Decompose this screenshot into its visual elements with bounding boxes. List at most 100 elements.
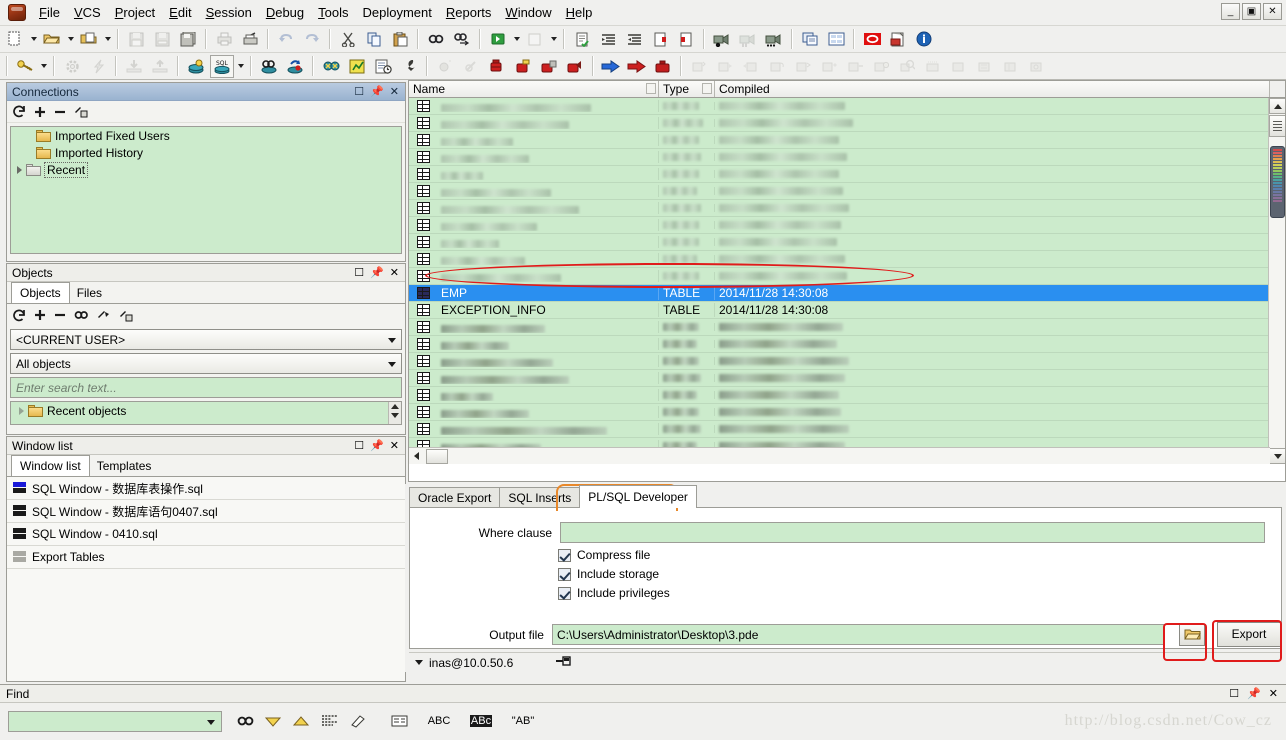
open-recent-icon[interactable] [77, 28, 101, 51]
obj-1-icon[interactable] [687, 55, 711, 78]
object-type-select[interactable]: All objects [10, 353, 402, 374]
table-row-emp[interactable]: EMP TABLE 2014/11/28 14:30:08 [409, 285, 1285, 302]
grid-body[interactable]: EMP TABLE 2014/11/28 14:30:08 EXCEPTION_… [409, 98, 1285, 464]
table-row[interactable] [409, 319, 1285, 336]
tree-item-recent[interactable]: Recent [11, 161, 401, 178]
chevron-down-icon[interactable] [207, 719, 215, 725]
browse-output-file-button[interactable] [1179, 623, 1205, 646]
test-window-icon[interactable] [257, 55, 281, 78]
expand-arrow-icon[interactable] [17, 406, 27, 416]
new-document-icon[interactable] [3, 28, 27, 51]
new-document-dropdown-icon[interactable] [28, 28, 39, 51]
list-item[interactable]: Export Tables [7, 546, 405, 569]
obj-3-icon[interactable] [739, 55, 763, 78]
output-file-input[interactable]: C:\Users\Administrator\Desktop\3.pde [551, 624, 1166, 645]
print-setup-icon[interactable] [238, 28, 262, 51]
checkbox-include-storage[interactable]: Include storage [558, 567, 1281, 581]
import-icon[interactable] [122, 55, 146, 78]
find-next-down-icon[interactable] [260, 709, 286, 733]
close-icon[interactable]: ✕ [1269, 687, 1278, 700]
next-window-dropdown-icon[interactable] [548, 28, 559, 51]
template-list-icon[interactable] [824, 28, 848, 51]
tab-templates[interactable]: Templates [88, 456, 160, 476]
edit-connection-icon[interactable] [74, 105, 88, 118]
export-button[interactable]: Export [1217, 622, 1281, 647]
login-dropdown-icon[interactable] [38, 55, 49, 78]
find-prev-up-icon[interactable] [288, 709, 314, 733]
breakpoint-icon[interactable] [433, 55, 457, 78]
oracle-icon[interactable] [860, 28, 884, 51]
pin-icon[interactable] [555, 655, 572, 671]
find-input[interactable] [8, 710, 222, 732]
menu-reports[interactable]: Reports [439, 2, 499, 24]
find-icon[interactable] [424, 28, 448, 51]
menu-session[interactable]: Session [199, 2, 259, 24]
scroll-down-icon[interactable] [389, 409, 401, 418]
restore-button[interactable]: ▣ [1242, 3, 1261, 20]
find-all-icon[interactable] [316, 709, 342, 733]
about-icon[interactable] [912, 28, 936, 51]
debug-step-over-icon[interactable] [511, 55, 535, 78]
report-icon[interactable] [371, 55, 395, 78]
obj-4-icon[interactable] [765, 55, 789, 78]
objects-tree-scrollbar[interactable] [388, 402, 401, 424]
obj-14-icon[interactable] [1025, 55, 1049, 78]
table-row[interactable] [409, 370, 1285, 387]
clear-highlight-icon[interactable] [344, 709, 370, 733]
session-monitor-icon[interactable] [345, 55, 369, 78]
obj-10-icon[interactable] [921, 55, 945, 78]
checkbox-icon[interactable] [558, 586, 571, 600]
explain-plan-icon[interactable] [570, 28, 594, 51]
menu-file[interactable]: File [32, 2, 67, 24]
play-macro-icon[interactable] [736, 28, 760, 51]
table-row[interactable] [409, 217, 1285, 234]
list-item[interactable]: SQL Window - 数据库语句0407.sql [7, 500, 405, 523]
tab-objects[interactable]: Objects [11, 282, 70, 303]
session-icon[interactable] [319, 55, 343, 78]
table-row[interactable] [409, 200, 1285, 217]
find-icon[interactable] [74, 309, 89, 321]
remove-icon[interactable] [54, 309, 66, 321]
menu-tools[interactable]: Tools [311, 2, 355, 24]
connections-tree[interactable]: Imported Fixed Users Imported History Re… [10, 126, 402, 254]
objects-tree[interactable]: Recent objects [10, 401, 402, 425]
where-clause-input[interactable] [560, 522, 1265, 543]
tab-plsql-developer[interactable]: PL/SQL Developer [579, 485, 697, 508]
save-copy-icon[interactable] [176, 28, 200, 51]
save-icon[interactable] [124, 28, 148, 51]
object-browser-grid[interactable]: Name Type Compiled EMP TABLE 2014/11/28 … [408, 80, 1286, 482]
grid-horizontal-scrollbar[interactable] [409, 447, 1270, 464]
pin-icon[interactable]: 📌 [370, 440, 384, 452]
refresh-icon[interactable] [13, 309, 26, 322]
menu-edit[interactable]: Edit [162, 2, 198, 24]
next-window-icon[interactable] [523, 28, 547, 51]
grid-vertical-scrollbar[interactable] [1268, 98, 1285, 464]
window-list-icon[interactable] [798, 28, 822, 51]
scroll-up-button[interactable] [1269, 98, 1285, 114]
scroll-left-button[interactable] [409, 449, 424, 464]
lightning-icon[interactable] [86, 55, 110, 78]
table-row[interactable] [409, 98, 1285, 115]
tab-sql-inserts[interactable]: SQL Inserts [499, 487, 581, 508]
remove-icon[interactable] [54, 106, 66, 118]
obj-12-icon[interactable] [973, 55, 997, 78]
new-sql-command-icon[interactable]: SQL [210, 54, 234, 78]
table-row[interactable] [409, 421, 1285, 438]
edit-icon[interactable] [119, 309, 133, 322]
open-folder-icon[interactable] [40, 28, 64, 51]
hscroll-thumb[interactable] [426, 448, 448, 464]
column-resize-handle[interactable] [702, 83, 712, 94]
list-item[interactable]: SQL Window - 数据库表操作.sql [7, 477, 405, 500]
close-button[interactable]: ✕ [1263, 3, 1282, 20]
settings-gear-icon[interactable] [60, 55, 84, 78]
add-icon[interactable] [34, 309, 46, 321]
menu-debug[interactable]: Debug [259, 2, 311, 24]
scroll-up-icon[interactable] [389, 402, 401, 409]
scroll-thumb[interactable] [1269, 115, 1285, 137]
checkbox-icon[interactable] [558, 567, 571, 581]
tools-wrench-icon[interactable] [397, 55, 421, 78]
chevron-down-icon[interactable] [415, 660, 423, 665]
debug-step-out-icon[interactable] [563, 55, 587, 78]
close-icon[interactable]: ✕ [390, 267, 399, 279]
table-row[interactable] [409, 132, 1285, 149]
